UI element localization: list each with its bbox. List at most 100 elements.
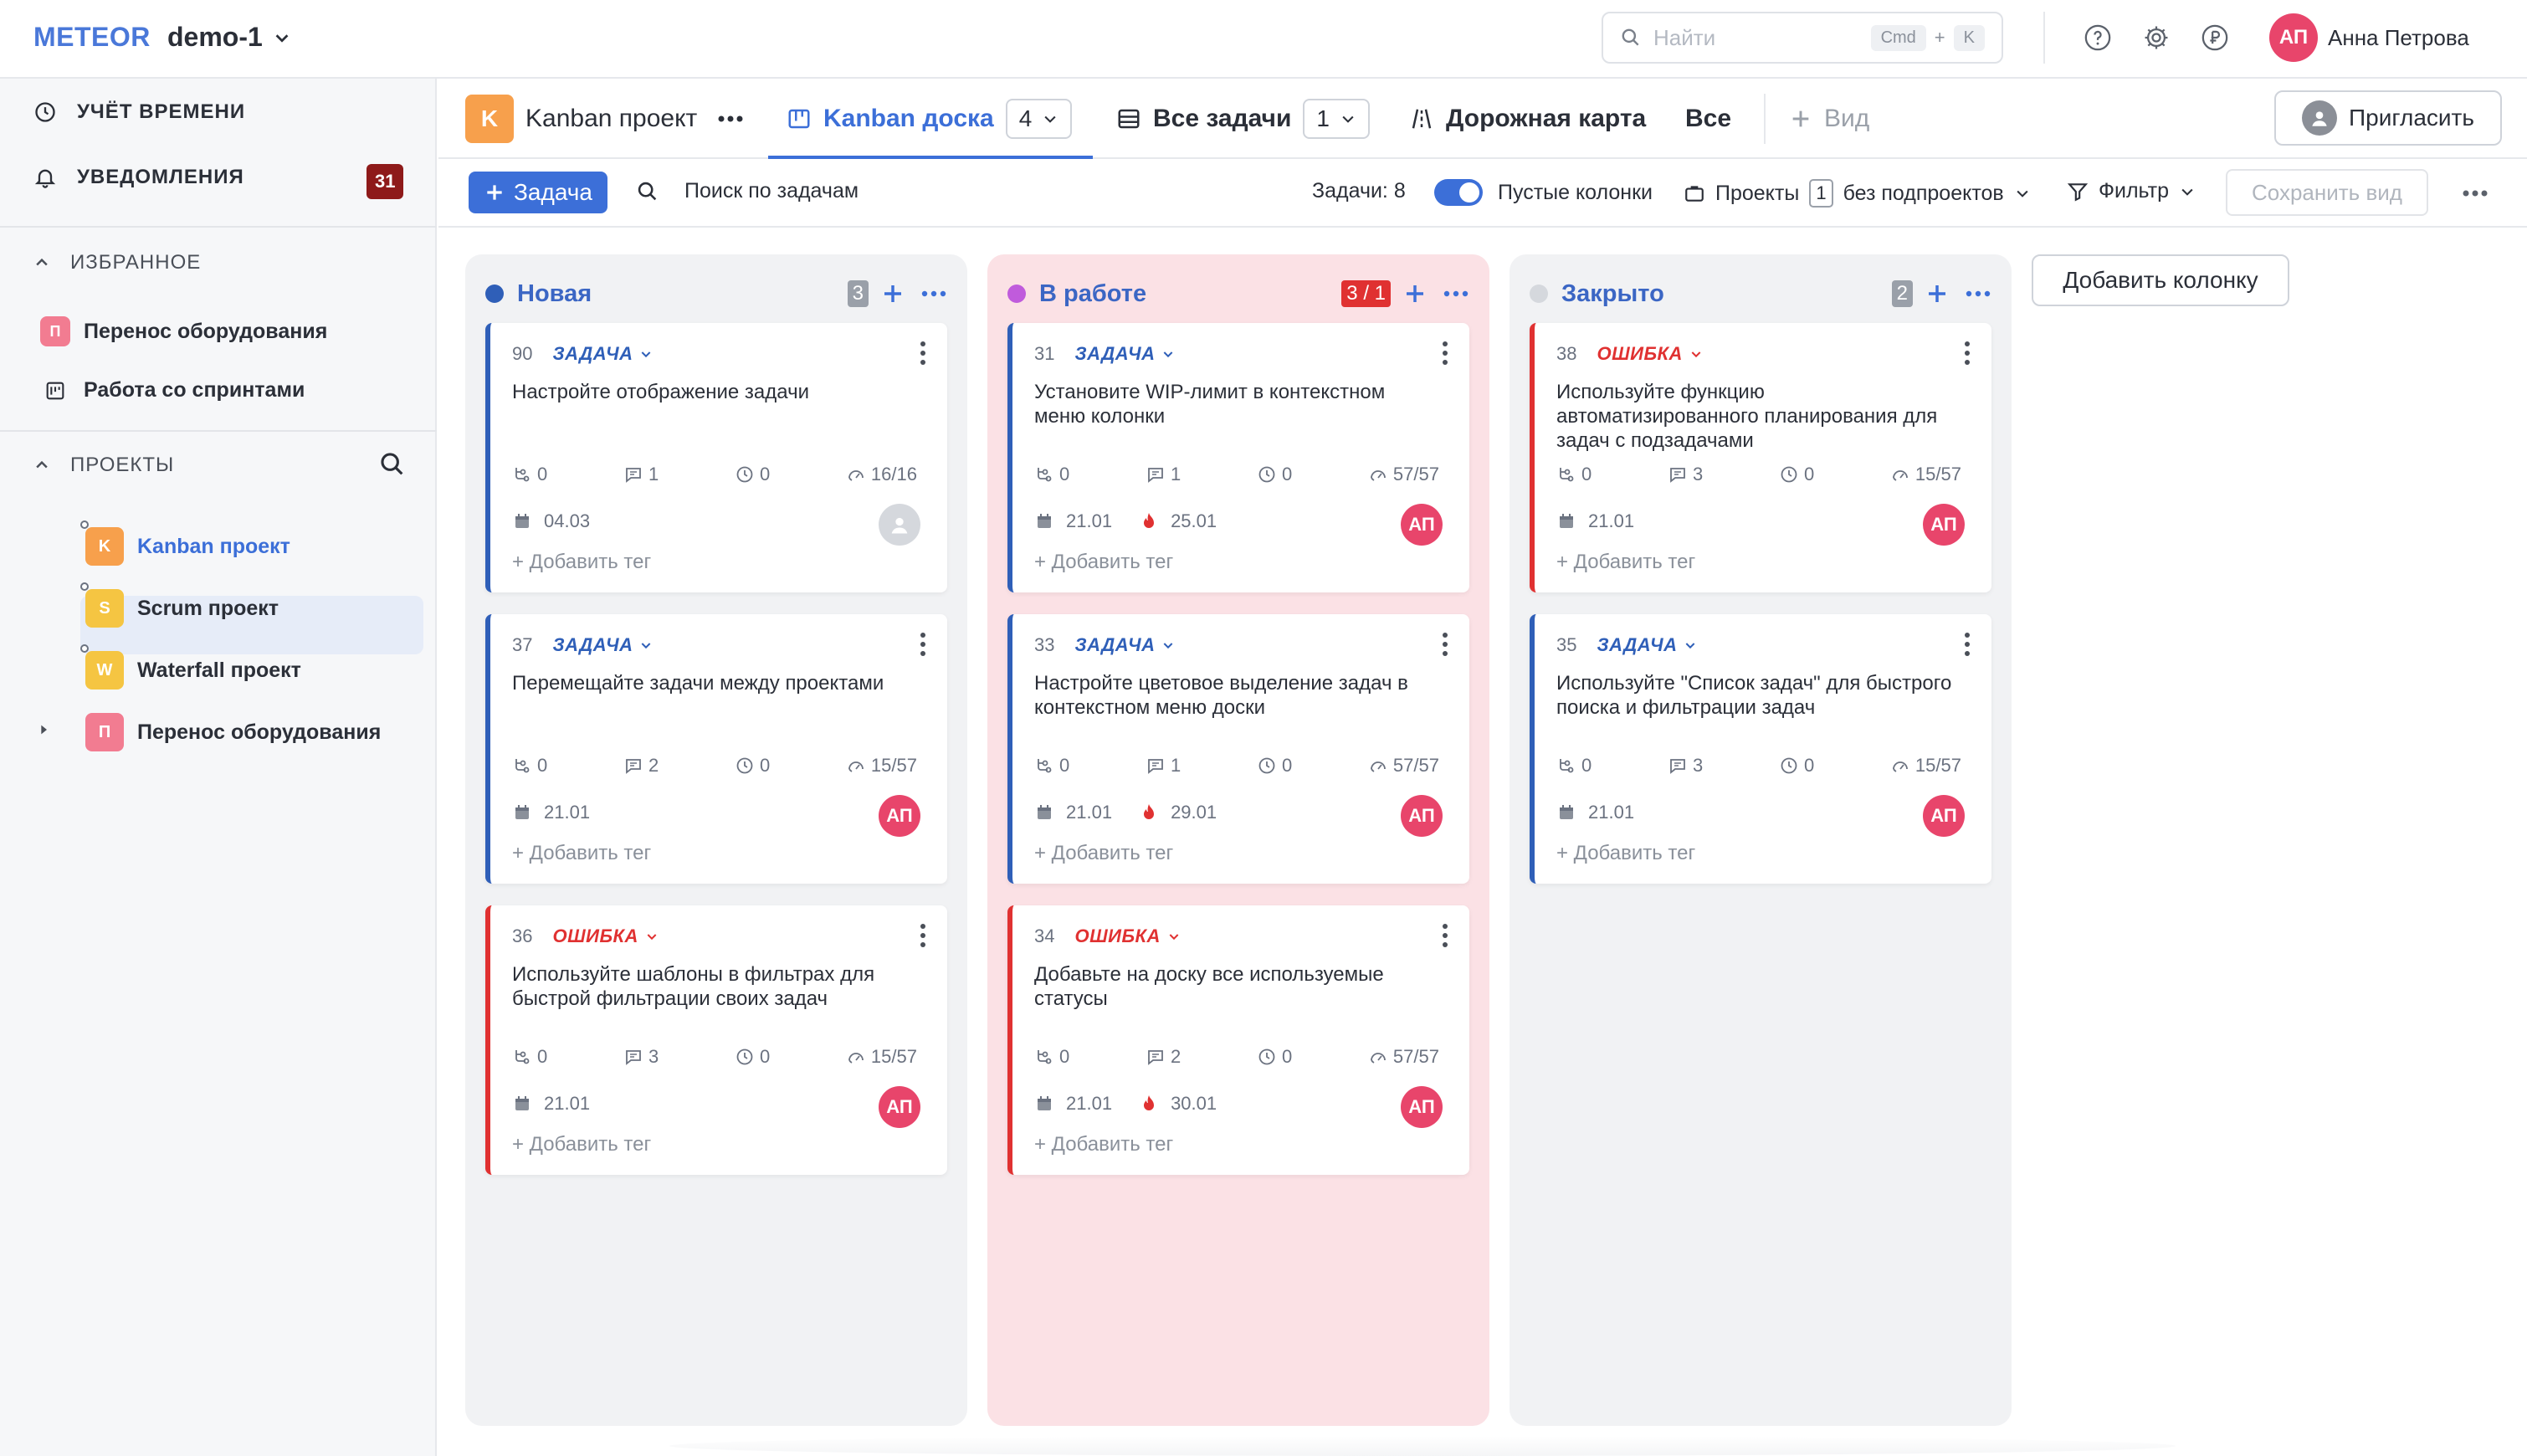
sidebar-item-notifications[interactable]: УВЕДОМЛЕНИЯ [33, 166, 244, 189]
more-horizontal-icon[interactable] [2462, 189, 2489, 197]
projects-section-toggle[interactable]: ПРОЕКТЫ [33, 454, 174, 477]
sidebar-project-equipment[interactable]: П Перенос оборудования [85, 713, 381, 751]
add-tag-button[interactable]: + Добавить тег [1034, 842, 1173, 865]
board-search-input[interactable]: Поиск по задачам [636, 179, 859, 203]
favorites-section-toggle[interactable]: ИЗБРАННОЕ [33, 251, 201, 274]
task-type-dropdown[interactable]: ОШИБКА [1074, 925, 1180, 947]
assignee-avatar[interactable] [879, 504, 920, 546]
add-column-button[interactable]: Добавить колонку [2032, 254, 2289, 306]
tab-roadmap[interactable]: Дорожная карта [1409, 79, 1646, 159]
sidebar-project-kanban[interactable]: K Kanban проект [85, 527, 290, 566]
start-date[interactable]: 21.01 [544, 802, 590, 823]
add-tag-button[interactable]: + Добавить тег [1556, 842, 1695, 865]
add-tag-button[interactable]: + Добавить тег [1034, 551, 1173, 574]
plus-icon[interactable] [1402, 281, 1428, 306]
start-date[interactable]: 21.01 [1066, 510, 1112, 532]
more-horizontal-icon[interactable] [1443, 290, 1469, 298]
assignee-avatar[interactable]: АП [879, 1086, 920, 1128]
toggle-switch[interactable] [1434, 179, 1483, 206]
workspace-switcher[interactable]: demo-1 [167, 22, 291, 53]
save-view-button[interactable]: Сохранить вид [2226, 169, 2428, 216]
add-tag-button[interactable]: + Добавить тег [1556, 551, 1695, 574]
search-icon[interactable] [378, 450, 407, 479]
task-card[interactable]: 38 ОШИБКА Используйте функцию автоматизиро… [1530, 323, 1991, 592]
all-tasks-views-count-select[interactable]: 1 [1303, 99, 1370, 139]
task-card[interactable]: 31 ЗАДАЧА Установите WIP-лимит в контекстн… [1007, 323, 1469, 592]
task-title[interactable]: Используйте "Список задач" для быстрого … [1556, 671, 1958, 720]
more-horizontal-icon[interactable] [717, 115, 744, 123]
project-title[interactable]: K Kanban проект [465, 79, 744, 159]
sidebar-project-waterfall[interactable]: W Waterfall проект [85, 651, 301, 690]
tab-all-tasks[interactable]: Все задачи 1 [1116, 79, 1370, 159]
add-tag-button[interactable]: + Добавить тег [1034, 1133, 1173, 1156]
task-card[interactable]: 37 ЗАДАЧА Перемещайте задачи между проекта… [485, 614, 947, 884]
start-date[interactable]: 21.01 [1066, 1093, 1112, 1115]
more-horizontal-icon[interactable] [920, 290, 947, 298]
favorite-item-equipment[interactable]: П Перенос оборудования [40, 316, 327, 346]
tab-all[interactable]: Все [1685, 79, 1731, 159]
column-title[interactable]: Новая [517, 280, 848, 308]
assignee-avatar[interactable]: АП [1923, 504, 1965, 546]
more-vertical-icon[interactable] [919, 340, 927, 367]
plus-icon[interactable] [880, 281, 905, 306]
assignee-avatar[interactable]: АП [1401, 1086, 1443, 1128]
more-vertical-icon[interactable] [919, 922, 927, 949]
column-title[interactable]: В работе [1039, 280, 1341, 308]
task-type-dropdown[interactable]: ОШИБКА [1597, 343, 1702, 365]
add-tag-button[interactable]: + Добавить тег [512, 551, 651, 574]
task-title[interactable]: Перемещайте задачи между проектами [512, 671, 914, 695]
sidebar-project-scrum[interactable]: S Scrum проект [85, 589, 279, 628]
task-type-dropdown[interactable]: ЗАДАЧА [552, 343, 653, 365]
user-name[interactable]: Анна Петрова [2328, 25, 2469, 51]
deadline-date[interactable]: 29.01 [1171, 802, 1217, 823]
more-vertical-icon[interactable] [1963, 340, 1971, 367]
task-card[interactable]: 33 ЗАДАЧА Настройте цветовое выделение зад… [1007, 614, 1469, 884]
start-date[interactable]: 21.01 [544, 1093, 590, 1115]
deadline-date[interactable]: 25.01 [1171, 510, 1217, 532]
filter-dropdown[interactable]: Фильтр [2067, 179, 2196, 203]
task-type-dropdown[interactable]: ЗАДАЧА [1074, 634, 1175, 656]
more-vertical-icon[interactable] [1441, 922, 1449, 949]
add-view-button[interactable]: Вид [1789, 79, 1869, 159]
task-title[interactable]: Добавьте на доску все используемые стату… [1034, 962, 1436, 1011]
start-date[interactable]: 21.01 [1066, 802, 1112, 823]
invite-button[interactable]: Пригласить [2274, 90, 2502, 146]
kanban-views-count-select[interactable]: 4 [1005, 99, 1073, 139]
caret-right-icon[interactable] [37, 723, 50, 736]
assignee-avatar[interactable]: АП [879, 795, 920, 837]
more-vertical-icon[interactable] [919, 631, 927, 658]
task-type-dropdown[interactable]: ОШИБКА [552, 925, 658, 947]
task-title[interactable]: Установите WIP-лимит в контекстном меню … [1034, 380, 1436, 428]
assignee-avatar[interactable]: АП [1401, 795, 1443, 837]
add-task-button[interactable]: Задача [469, 172, 607, 213]
start-date[interactable]: 21.01 [1588, 510, 1634, 532]
task-type-dropdown[interactable]: ЗАДАЧА [1074, 343, 1175, 365]
global-search-input[interactable]: Найти Cmd + K [1602, 12, 2003, 64]
task-type-dropdown[interactable]: ЗАДАЧА [1597, 634, 1697, 656]
add-tag-button[interactable]: + Добавить тег [512, 842, 651, 865]
app-logo[interactable]: METEOR [33, 22, 151, 53]
more-vertical-icon[interactable] [1963, 631, 1971, 658]
add-tag-button[interactable]: + Добавить тег [512, 1133, 651, 1156]
more-horizontal-icon[interactable] [1965, 290, 1991, 298]
user-avatar[interactable]: АП [2269, 13, 2318, 62]
empty-columns-toggle[interactable]: Пустые колонки [1434, 179, 1653, 206]
plus-icon[interactable] [1925, 281, 1950, 306]
task-title[interactable]: Используйте шаблоны в фильтрах для быстр… [512, 962, 914, 1011]
task-title[interactable]: Настройте цветовое выделение задач в кон… [1034, 671, 1436, 720]
more-vertical-icon[interactable] [1441, 631, 1449, 658]
task-card[interactable]: 90 ЗАДАЧА Настройте отображение задачи 0 1 0 1… [485, 323, 947, 592]
assignee-avatar[interactable]: АП [1923, 795, 1965, 837]
task-card[interactable]: 34 ОШИБКА Добавьте на доску все используем… [1007, 905, 1469, 1175]
sidebar-item-time-tracking[interactable]: УЧЁТ ВРЕМЕНИ [33, 100, 245, 124]
start-date[interactable]: 04.03 [544, 510, 590, 532]
gear-icon[interactable] [2142, 23, 2171, 52]
column-title[interactable]: Закрыто [1561, 280, 1892, 308]
assignee-avatar[interactable]: АП [1401, 504, 1443, 546]
tab-kanban-board[interactable]: Kanban доска 4 [787, 79, 1073, 159]
task-title[interactable]: Используйте функцию автоматизированного … [1556, 380, 1958, 453]
start-date[interactable]: 21.01 [1588, 802, 1634, 823]
task-type-dropdown[interactable]: ЗАДАЧА [552, 634, 653, 656]
ruble-icon[interactable] [2201, 23, 2229, 52]
task-title[interactable]: Настройте отображение задачи [512, 380, 914, 404]
